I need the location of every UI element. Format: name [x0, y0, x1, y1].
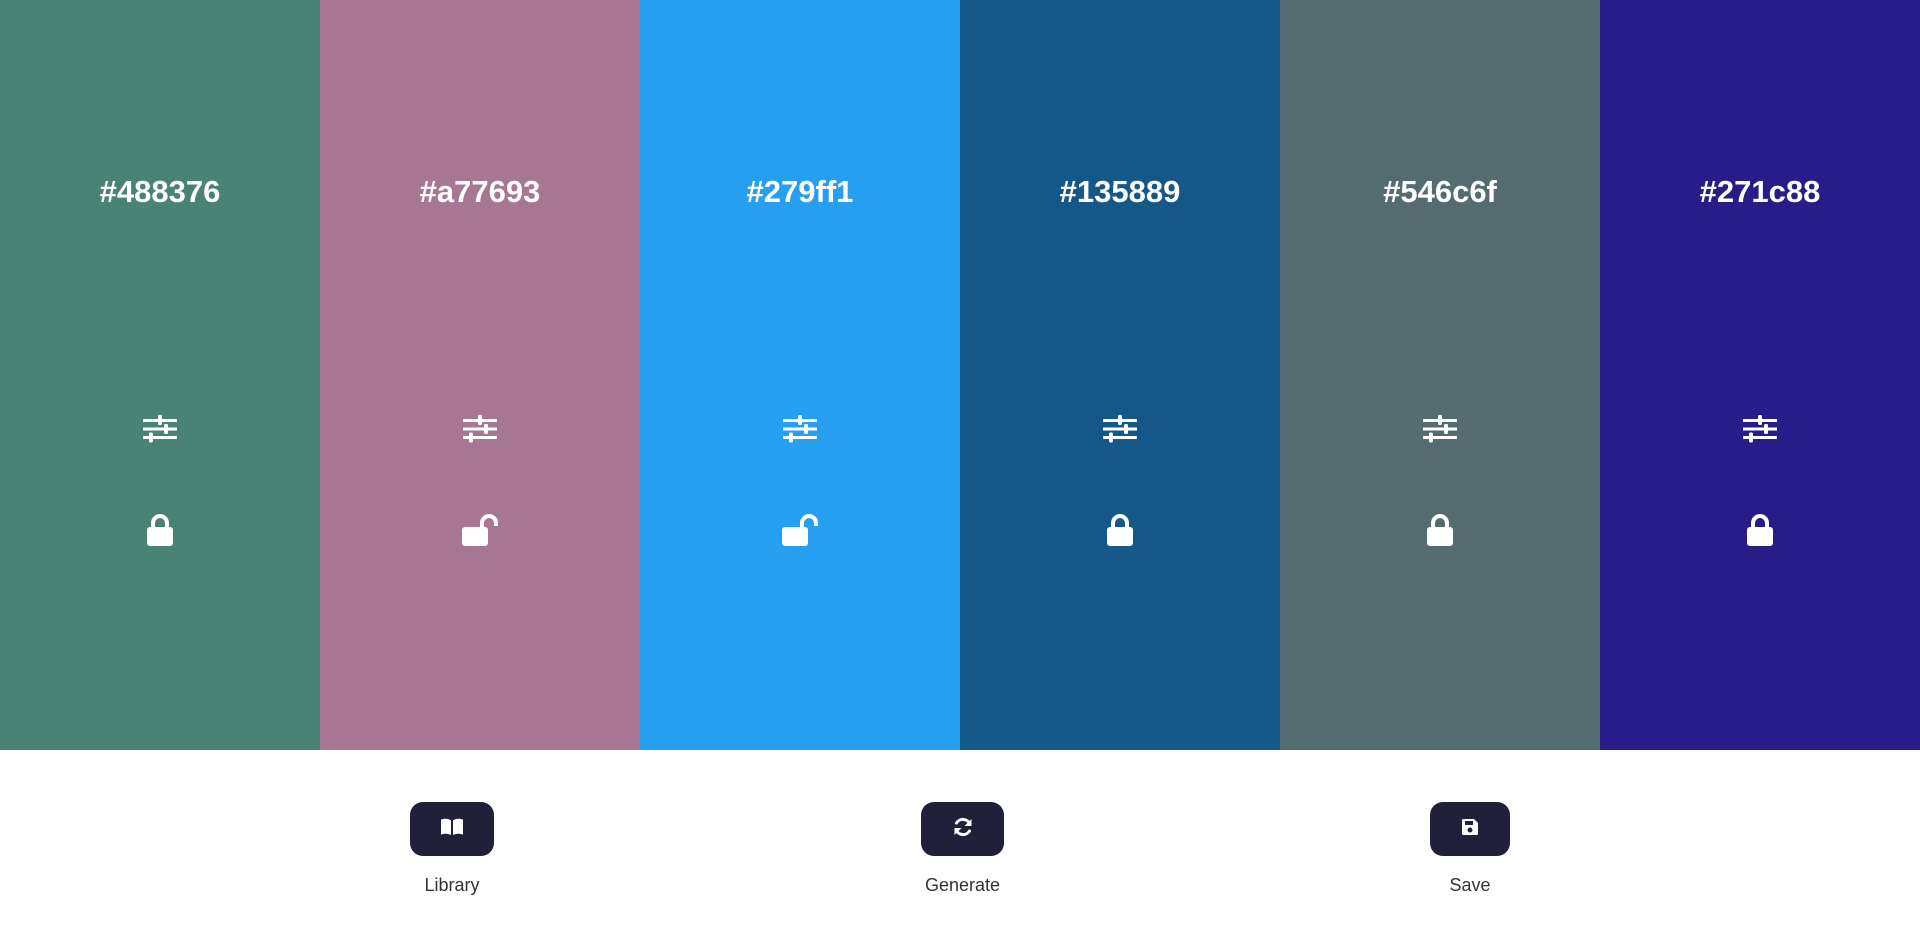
adjust-button[interactable] — [458, 407, 502, 451]
adjust-button[interactable] — [1418, 407, 1462, 451]
hex-code[interactable]: #135889 — [960, 172, 1280, 212]
save-label: Save — [1449, 875, 1491, 895]
lock-icon — [145, 513, 175, 547]
sliders-icon — [1743, 414, 1777, 444]
color-swatch[interactable]: #279ff1 — [640, 0, 960, 750]
library-action: Library — [410, 802, 494, 895]
adjust-button[interactable] — [1738, 407, 1782, 451]
sliders-icon — [143, 414, 177, 444]
color-swatch[interactable]: #546c6f — [1280, 0, 1600, 750]
save-action: Save — [1430, 802, 1510, 895]
hex-code[interactable]: #a77693 — [320, 172, 640, 212]
adjust-button[interactable] — [1098, 407, 1142, 451]
hex-code[interactable]: #271c88 — [1600, 172, 1920, 212]
adjust-button[interactable] — [138, 407, 182, 451]
generate-action: Generate — [921, 802, 1004, 895]
lock-toggle[interactable] — [778, 508, 822, 552]
unlock-icon — [780, 513, 820, 547]
palette: #488376 #a77693 #279ff1 #135889 #546c6f … — [0, 0, 1920, 750]
lock-toggle[interactable] — [138, 508, 182, 552]
save-button[interactable] — [1430, 802, 1510, 856]
hex-code[interactable]: #546c6f — [1280, 172, 1600, 212]
lock-icon — [1745, 513, 1775, 547]
generate-label: Generate — [924, 875, 1001, 895]
sliders-icon — [1423, 414, 1457, 444]
color-swatch[interactable]: #271c88 — [1600, 0, 1920, 750]
library-button[interactable] — [410, 802, 494, 856]
sliders-icon — [1103, 414, 1137, 444]
lock-icon — [1105, 513, 1135, 547]
lock-toggle[interactable] — [1418, 508, 1462, 552]
lock-toggle[interactable] — [458, 508, 502, 552]
color-swatch[interactable]: #a77693 — [320, 0, 640, 750]
hex-code[interactable]: #488376 — [0, 172, 320, 212]
book-open-icon — [440, 817, 464, 842]
sliders-icon — [783, 414, 817, 444]
lock-icon — [1425, 513, 1455, 547]
refresh-icon — [952, 816, 974, 843]
sliders-icon — [463, 414, 497, 444]
color-swatch[interactable]: #488376 — [0, 0, 320, 750]
unlock-icon — [460, 513, 500, 547]
color-swatch[interactable]: #135889 — [960, 0, 1280, 750]
lock-toggle[interactable] — [1738, 508, 1782, 552]
library-label: Library — [424, 875, 480, 895]
hex-code[interactable]: #279ff1 — [640, 172, 960, 212]
floppy-disk-icon — [1461, 818, 1479, 841]
action-bar: Library Generate Save — [0, 750, 1920, 937]
lock-toggle[interactable] — [1098, 508, 1142, 552]
generate-button[interactable] — [921, 802, 1004, 856]
adjust-button[interactable] — [778, 407, 822, 451]
